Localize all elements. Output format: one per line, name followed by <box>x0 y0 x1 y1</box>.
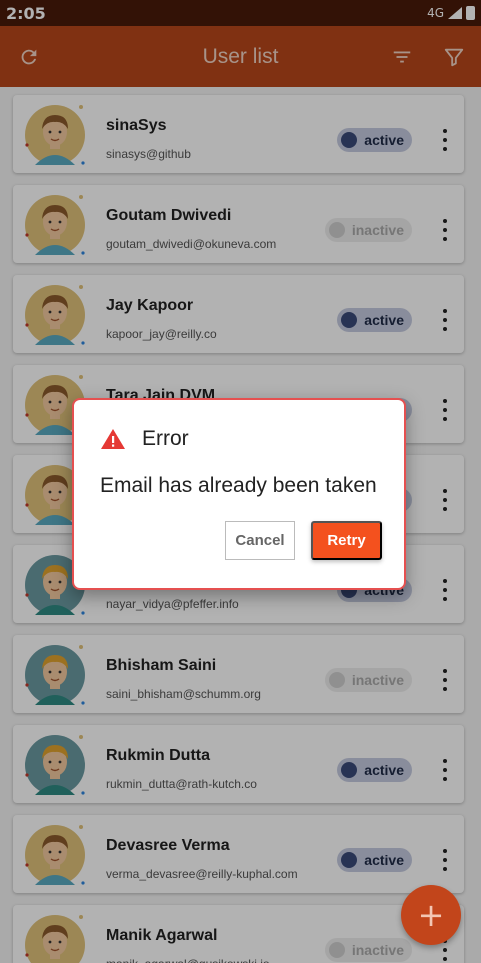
cancel-button[interactable]: Cancel <box>225 521 295 560</box>
retry-button[interactable]: Retry <box>311 521 382 560</box>
add-user-button[interactable]: + <box>401 885 461 945</box>
plus-icon: + <box>417 896 445 934</box>
error-dialog: Error Email has already been taken Cance… <box>72 398 406 590</box>
dialog-message: Email has already been taken <box>100 474 377 497</box>
dialog-title: Error <box>142 427 189 450</box>
warning-icon <box>100 428 126 450</box>
